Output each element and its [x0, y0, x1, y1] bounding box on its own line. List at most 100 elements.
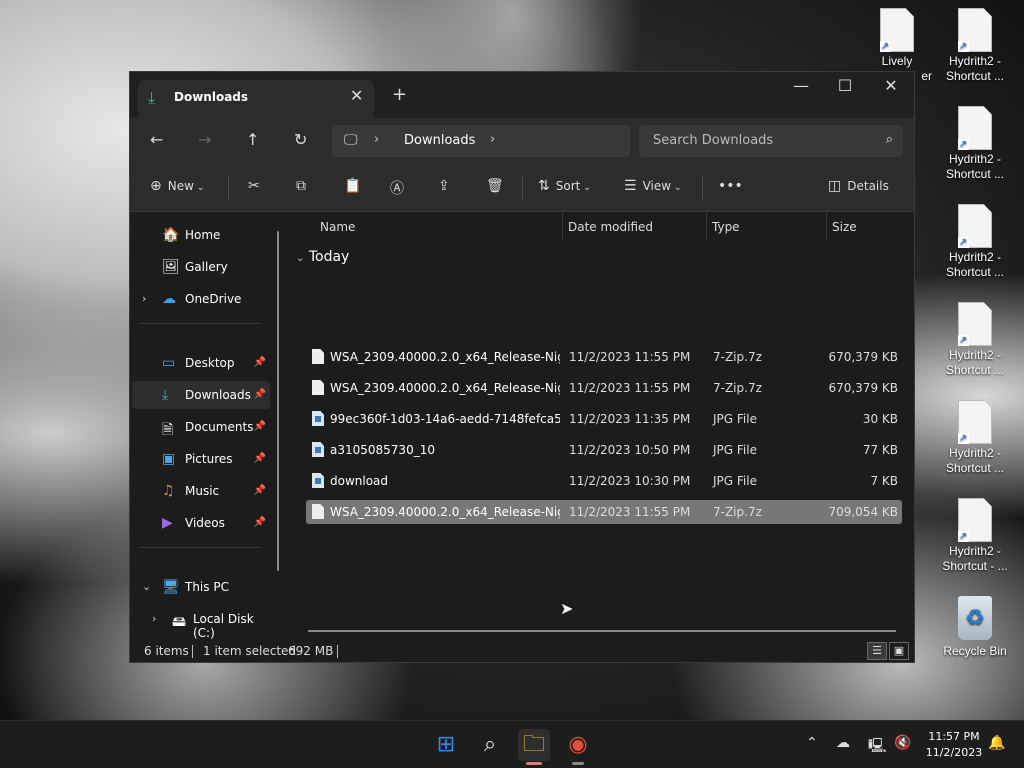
new-button[interactable]: ⊕ New ⌄ [150, 178, 204, 194]
copy-icon[interactable]: ⧉ [296, 178, 306, 194]
chevron-down-icon: ⌄ [674, 183, 682, 193]
title-bar[interactable]: ⤓ Downloads ✕ + — ☐ ✕ [130, 72, 914, 118]
shortcut-file-icon: ↗ [958, 302, 992, 346]
selection-size: 692 MB [288, 644, 334, 658]
shortcut-file-icon: ↗ [958, 400, 992, 444]
clock[interactable]: 11:57 PM 11/2/2023 [922, 729, 986, 761]
chevron-right-icon[interactable]: › [374, 132, 379, 147]
close-button[interactable]: ✕ [868, 76, 914, 95]
sidebar-item-videos[interactable]: ▶ Videos 📌 [132, 509, 270, 537]
back-button[interactable]: ← [150, 130, 163, 149]
table-row[interactable]: WSA_2309.40000.2.0_x64_Release-Nightly..… [306, 376, 902, 400]
desktop-icon-hydrith2-5[interactable]: ↗ Hydrith2 - Shortcut ... [940, 400, 1010, 476]
column-header-size[interactable]: Size [832, 220, 857, 234]
divider [522, 176, 523, 200]
table-row[interactable]: a3105085730_10 11/2/2023 10:50 PM JPG Fi… [306, 438, 902, 462]
paste-icon[interactable]: 📋 [344, 178, 361, 194]
more-options-button[interactable]: ••• [718, 178, 743, 194]
chevron-up-icon[interactable]: ⌃ [806, 735, 818, 751]
details-view-icon[interactable]: ☰ [867, 642, 887, 660]
table-row[interactable]: WSA_2309.40000.2.0_x64_Release-Nightly..… [306, 345, 902, 369]
sidebar-item-local-disk[interactable]: › 🖴 Local Disk (C:) [132, 605, 270, 640]
desktop-icon-recycle-bin[interactable]: ♻ Recycle Bin [940, 596, 1010, 659]
table-row-selected[interactable]: WSA_2309.40000.2.0_x64_Release-Nightly..… [306, 500, 902, 524]
mouse-cursor-icon: ➤ [560, 599, 574, 618]
details-button[interactable]: ◫ Details [828, 178, 889, 194]
sidebar-item-home[interactable]: 🏠 Home [132, 221, 270, 249]
chevron-right-icon[interactable]: › [142, 292, 146, 305]
tiles-view-icon[interactable]: ▣ [889, 642, 909, 660]
download-icon: ⤓ [148, 88, 156, 107]
network-icon[interactable]: 🖳 [868, 735, 887, 759]
sidebar-item-this-pc[interactable]: ⌄ 🖥 This PC [132, 573, 270, 601]
navigation-pane: 🏠 Home 🖼 Gallery › ☁ OneDrive ▭ Desktop … [130, 213, 288, 641]
tab-close-icon[interactable]: ✕ [350, 86, 363, 105]
notification-bell-icon[interactable]: 🔔 [988, 735, 1005, 751]
sort-icon: ⇅ [538, 178, 550, 194]
new-tab-button[interactable]: + [392, 84, 407, 105]
up-button[interactable]: ↑ [246, 130, 259, 149]
sort-button[interactable]: ⇅ Sort ⌄ [538, 178, 591, 194]
share-icon[interactable]: ⇪ [438, 178, 450, 194]
column-divider[interactable] [826, 213, 827, 239]
sidebar-scrollbar[interactable] [277, 231, 279, 571]
image-file-icon [312, 411, 324, 426]
desktop-icon-hydrith2-2[interactable]: ↗ Hydrith2 - Shortcut ... [940, 106, 1010, 182]
taskbar: ⊞ ⌕ 🗀 ◉ ⌃ ☁ 🖳 🔇 11:57 PM 11/2/2023 🔔 [0, 720, 1024, 768]
view-button[interactable]: ☰ View ⌄ [624, 178, 682, 194]
breadcrumb-downloads[interactable]: Downloads [404, 133, 475, 148]
volume-muted-icon[interactable]: 🔇 [894, 735, 911, 751]
sidebar-item-desktop[interactable]: ▭ Desktop 📌 [132, 349, 270, 377]
file-explorer-taskbar-icon[interactable]: 🗀 [518, 729, 550, 765]
plus-circle-icon: ⊕ [150, 178, 162, 194]
column-header-date[interactable]: Date modified [568, 220, 653, 234]
videos-icon: ▶ [162, 515, 173, 531]
chevron-right-icon[interactable]: › [152, 612, 156, 625]
desktop-icon-hydrith2-4[interactable]: ↗ Hydrith2 - Shortcut ... [940, 302, 1010, 378]
table-row[interactable]: download 11/2/2023 10:30 PM JPG File 7 K… [306, 469, 902, 493]
sidebar-item-downloads[interactable]: ⤓ Downloads 📌 [132, 381, 270, 409]
chevron-down-icon: ⌄ [583, 183, 591, 193]
shortcut-file-icon: ↗ [958, 498, 992, 542]
horizontal-scrollbar[interactable] [308, 630, 896, 632]
sidebar-item-gallery[interactable]: 🖼 Gallery [132, 253, 270, 281]
delete-icon[interactable]: 🗑 [486, 178, 504, 194]
shortcut-file-icon: ↗ [880, 8, 914, 52]
sidebar-item-pictures[interactable]: ▣ Pictures 📌 [132, 445, 270, 473]
rename-icon[interactable]: Ⓐ [390, 178, 404, 198]
desktop-icon-hydrith2-3[interactable]: ↗ Hydrith2 - Shortcut ... [940, 204, 1010, 280]
desktop-icon-hydrith2-1[interactable]: ↗ Hydrith2 - Shortcut ... [940, 8, 1010, 84]
sidebar-item-onedrive[interactable]: › ☁ OneDrive [132, 285, 270, 313]
address-bar[interactable]: 🖵 › Downloads › [332, 125, 630, 157]
search-input[interactable]: Search Downloads [653, 133, 773, 148]
tab-downloads[interactable]: ⤓ Downloads ✕ [138, 80, 374, 118]
search-box[interactable]: Search Downloads ⌕ [639, 125, 903, 157]
group-header-today[interactable]: ⌄ Today [296, 249, 349, 265]
column-divider[interactable] [706, 213, 707, 239]
pin-icon: 📌 [253, 485, 266, 496]
column-header-name[interactable]: Name [320, 220, 355, 234]
desktop-icon-hydrith2-6[interactable]: ↗ Hydrith2 - Shortcut - ... [940, 498, 1010, 574]
start-button[interactable]: ⊞ [430, 729, 462, 761]
divider [228, 176, 229, 200]
cut-icon[interactable]: ✂ [248, 178, 260, 194]
search-icon[interactable]: ⌕ [474, 729, 506, 761]
file-icon [312, 349, 324, 364]
chrome-taskbar-icon[interactable]: ◉ [562, 729, 594, 765]
sidebar-item-documents[interactable]: 🗎 Documents 📌 [132, 413, 270, 441]
onedrive-tray-icon[interactable]: ☁ [836, 735, 850, 751]
file-icon [312, 380, 324, 395]
column-divider[interactable] [562, 213, 563, 239]
table-row[interactable]: 99ec360f-1d03-14a6-aedd-7148fefca520 11/… [306, 407, 902, 431]
refresh-button[interactable]: ↻ [294, 130, 307, 149]
minimize-button[interactable]: — [778, 76, 824, 95]
selection-info: 1 item selected [203, 644, 297, 658]
maximize-button[interactable]: ☐ [822, 76, 868, 95]
chevron-down-icon[interactable]: ⌄ [142, 580, 151, 593]
forward-button[interactable]: → [198, 130, 211, 149]
desktop-icon: ▭ [162, 355, 176, 371]
column-header-type[interactable]: Type [712, 220, 740, 234]
pin-icon: 📌 [253, 517, 266, 528]
chevron-right-icon[interactable]: › [490, 132, 495, 147]
sidebar-item-music[interactable]: ♫ Music 📌 [132, 477, 270, 505]
